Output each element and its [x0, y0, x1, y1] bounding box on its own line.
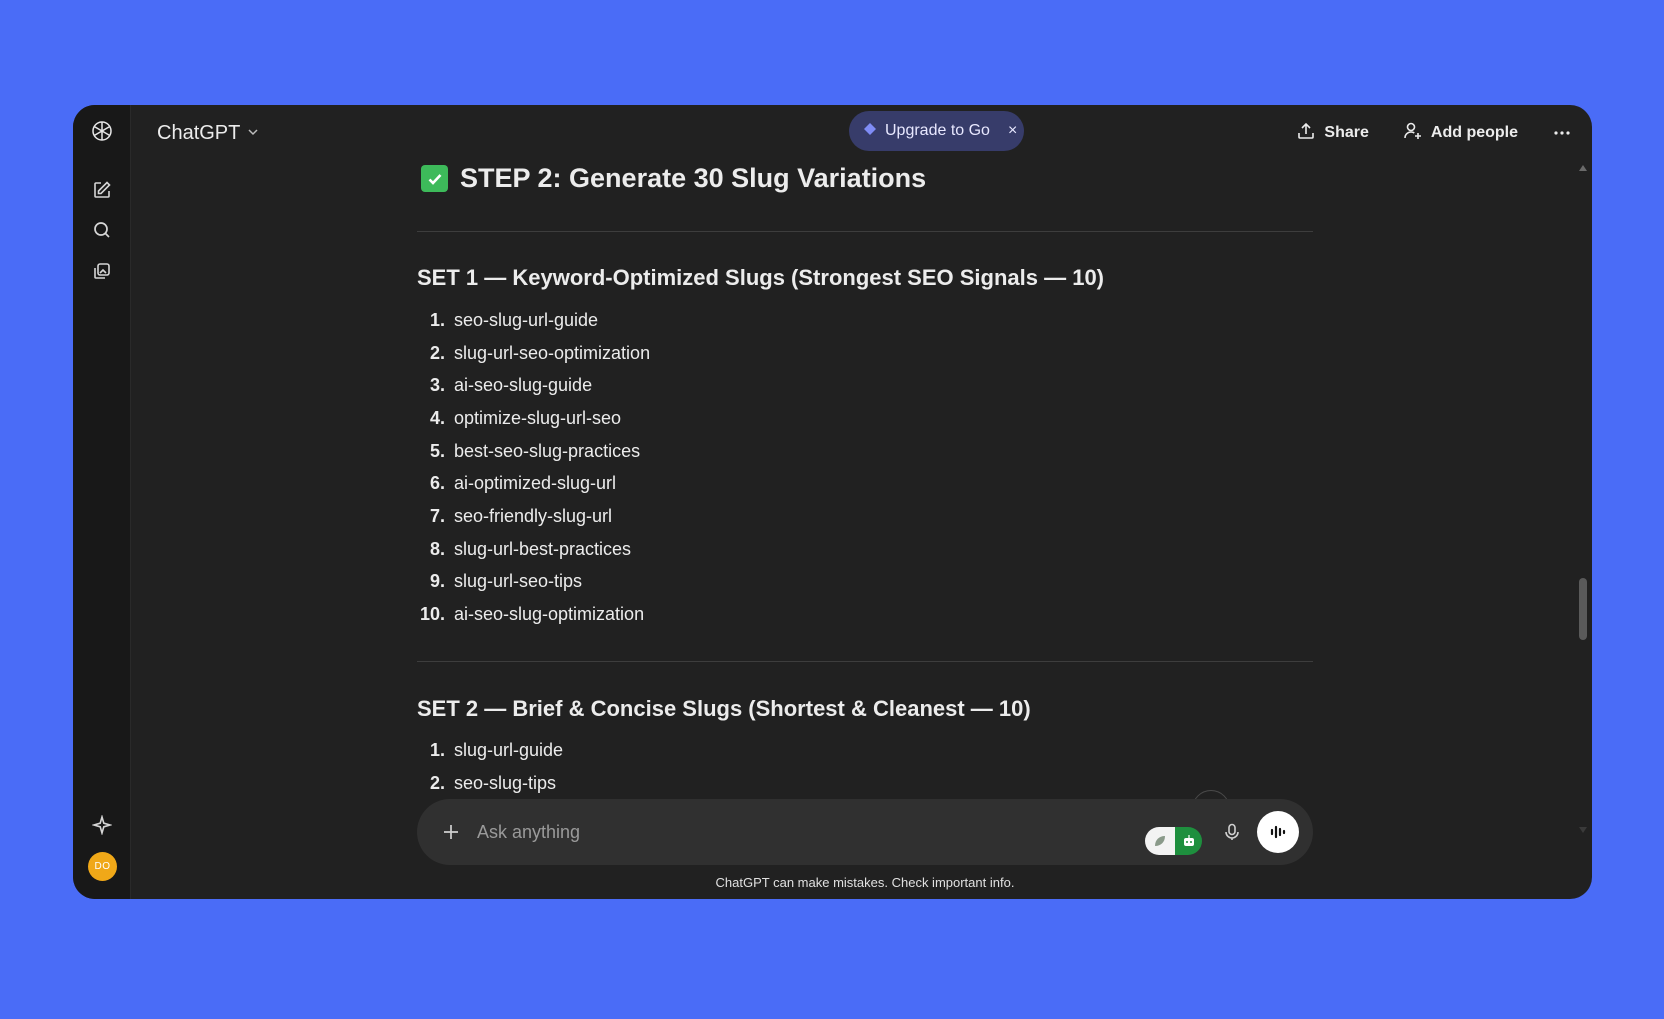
bot-icon	[1175, 827, 1202, 855]
more-options-icon[interactable]	[1552, 123, 1572, 143]
scroll-down-arrow-icon[interactable]	[1579, 827, 1587, 833]
list-item-number: 4.	[429, 407, 445, 428]
slug-text: ai-optimized-slug-url	[454, 473, 617, 494]
top-bar: ChatGPT Upgrade to Go × Share Add people	[131, 105, 1592, 161]
top-right-actions: Share Add people	[1296, 117, 1572, 149]
close-icon[interactable]: ×	[1008, 122, 1017, 140]
model-selector-button[interactable]: ChatGPT	[149, 117, 268, 149]
openai-logo-icon[interactable]	[88, 117, 116, 145]
sparkle-icon[interactable]	[88, 811, 116, 839]
voice-mode-button[interactable]	[1257, 811, 1299, 853]
slug-text: slug-url-best-practices	[454, 538, 632, 559]
divider	[417, 661, 1313, 662]
sidebar: DO	[73, 105, 131, 899]
list-item-number: 1.	[429, 309, 445, 330]
set2-list: 1. slug-url-guide 2. seo-slug-tips	[417, 734, 563, 799]
share-button[interactable]: Share	[1296, 121, 1369, 146]
list-item: 8. slug-url-best-practices	[417, 533, 650, 566]
list-item: 6. ai-optimized-slug-url	[417, 467, 650, 500]
list-item: 1. seo-slug-url-guide	[417, 304, 650, 337]
share-icon	[1296, 121, 1316, 146]
add-person-icon	[1403, 121, 1423, 146]
slug-text: ai-seo-slug-guide	[454, 375, 593, 396]
checkmark-icon	[421, 165, 448, 192]
list-item: 7. seo-friendly-slug-url	[417, 500, 650, 533]
list-item-number: 8.	[429, 538, 445, 559]
list-item: 4. optimize-slug-url-seo	[417, 402, 650, 435]
step-title-text: STEP 2: Generate 30 Slug Variations	[460, 163, 927, 193]
step-heading: STEP 2: Generate 30 Slug Variations	[421, 163, 926, 194]
avatar[interactable]: DO	[88, 852, 117, 881]
scroll-up-arrow-icon[interactable]	[1579, 165, 1587, 171]
slug-text: seo-slug-tips	[454, 772, 557, 793]
chevron-down-icon	[246, 122, 260, 145]
plus-icon[interactable]	[437, 818, 465, 846]
library-icon[interactable]	[88, 257, 116, 285]
list-item: 3. ai-seo-slug-guide	[417, 369, 650, 402]
list-item: 5. best-seo-slug-practices	[417, 435, 650, 468]
diamond-icon	[863, 122, 877, 141]
slug-text: ai-seo-slug-optimization	[454, 604, 645, 625]
list-item-number: 7.	[429, 505, 445, 526]
list-item: 2. slug-url-seo-optimization	[417, 337, 650, 370]
disclaimer-text: ChatGPT can make mistakes. Check importa…	[715, 875, 1015, 890]
divider	[417, 231, 1313, 232]
scroll-thumb[interactable]	[1579, 578, 1587, 640]
slug-text: best-seo-slug-practices	[454, 440, 641, 461]
set1-list: 1. seo-slug-url-guide 2. slug-url-seo-optim…	[417, 304, 650, 631]
list-item: 10. ai-seo-slug-optimization	[417, 598, 650, 631]
list-item-number: 9.	[429, 571, 445, 592]
extension-badge[interactable]	[1145, 827, 1202, 855]
upgrade-pill[interactable]: Upgrade to Go ×	[849, 111, 1024, 151]
new-chat-icon[interactable]	[88, 176, 116, 204]
slug-text: optimize-slug-url-seo	[454, 407, 622, 428]
slug-text: slug-url-seo-optimization	[454, 342, 651, 363]
add-people-label: Add people	[1430, 124, 1518, 141]
composer	[417, 799, 1313, 865]
search-icon[interactable]	[88, 216, 116, 244]
share-label: Share	[1324, 124, 1369, 141]
list-item: 9. slug-url-seo-tips	[417, 566, 650, 599]
list-item-number: 2.	[429, 342, 445, 363]
set2-heading: SET 2 — Brief & Concise Slugs (Shortest …	[417, 696, 1031, 721]
slug-text: slug-url-guide	[454, 739, 564, 760]
model-name: ChatGPT	[157, 121, 241, 144]
scrollbar[interactable]	[1578, 165, 1588, 835]
list-item-number: 3.	[429, 375, 445, 396]
list-item-number: 10.	[419, 604, 445, 625]
list-item: 1. slug-url-guide	[417, 734, 563, 767]
prompt-input[interactable]	[477, 815, 1077, 849]
list-item-number: 1.	[429, 739, 445, 760]
list-item-number: 6.	[429, 473, 445, 494]
upgrade-label: Upgrade to Go	[885, 122, 990, 139]
microphone-icon[interactable]	[1219, 819, 1245, 845]
slug-text: seo-slug-url-guide	[454, 309, 599, 330]
list-item-number: 5.	[429, 440, 445, 461]
list-item-number: 2.	[429, 772, 445, 793]
set1-heading: SET 1 — Keyword-Optimized Slugs (Stronge…	[417, 265, 1105, 290]
list-item: 2. seo-slug-tips	[417, 767, 563, 800]
leaf-icon	[1145, 827, 1175, 855]
chatgpt-window: DO ChatGPT Upgrade to Go × Share Add peo…	[73, 105, 1592, 899]
slug-text: slug-url-seo-tips	[454, 571, 583, 592]
slug-text: seo-friendly-slug-url	[454, 505, 613, 526]
add-people-button[interactable]: Add people	[1403, 121, 1518, 146]
